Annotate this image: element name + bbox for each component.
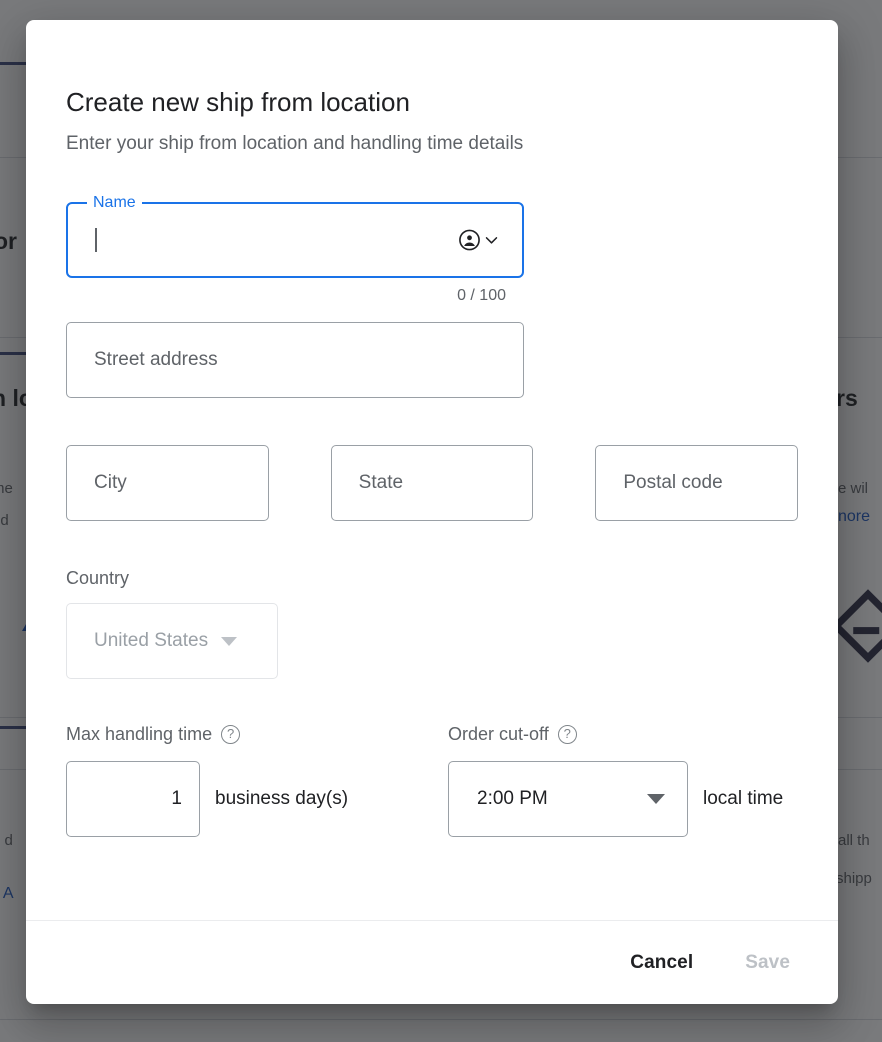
max-handling-time-label: Max handling time xyxy=(66,724,213,744)
max-handling-time-label-row: Max handling time ? xyxy=(66,724,448,745)
max-handling-time-input[interactable]: 1 xyxy=(66,761,200,837)
postal-code-placeholder: Postal code xyxy=(623,472,723,493)
order-cutoff-value: 2:00 PM xyxy=(477,788,548,809)
dialog-subtitle: Enter your ship from location and handli… xyxy=(66,133,524,154)
name-char-counter: 0 / 100 xyxy=(457,287,506,304)
street-field-wrapper: Street address xyxy=(66,322,524,398)
state-placeholder: State xyxy=(358,472,404,493)
city-input[interactable]: City xyxy=(66,445,269,521)
business-days-unit: business day(s) xyxy=(215,788,349,809)
order-cutoff-group: Order cut-off ? 2:00 PM local time xyxy=(448,724,783,837)
help-circle-icon[interactable]: ? xyxy=(557,725,577,744)
local-time-suffix: local time xyxy=(703,788,784,809)
name-field-label: Name xyxy=(87,193,142,213)
dialog-footer: Cancel Save xyxy=(26,920,838,1004)
order-cutoff-control: 2:00 PM local time xyxy=(448,761,783,837)
page-root: orn lorsmeede wile dall thshippnore- A C… xyxy=(0,0,882,1042)
account-circle-icon xyxy=(459,229,480,251)
max-handling-time-control: 1 business day(s) xyxy=(66,761,448,837)
help-circle-icon[interactable]: ? xyxy=(221,725,241,744)
triangle-down-icon xyxy=(647,794,665,804)
city-placeholder: City xyxy=(94,472,127,493)
autofill-account-control[interactable] xyxy=(458,229,500,252)
order-cutoff-label-row: Order cut-off ? xyxy=(448,724,783,745)
country-label: Country xyxy=(66,568,130,588)
order-cutoff-label: Order cut-off xyxy=(448,724,549,744)
max-handling-time-group: Max handling time ? 1 business day(s) xyxy=(66,724,448,837)
save-button: Save xyxy=(737,942,798,984)
dialog-title: Create new ship from location xyxy=(66,87,410,117)
name-field-wrapper: Name 0 / 100 xyxy=(66,193,524,305)
street-address-input[interactable]: Street address xyxy=(66,322,524,398)
order-cutoff-select[interactable]: 2:00 PM xyxy=(448,761,688,837)
handling-cutoff-row: Max handling time ? 1 business day(s) Or… xyxy=(66,724,798,837)
street-address-placeholder: Street address xyxy=(94,349,218,370)
chevron-down-icon xyxy=(485,237,498,244)
name-input[interactable]: Name xyxy=(66,193,524,278)
cancel-button[interactable]: Cancel xyxy=(622,942,701,984)
text-caret xyxy=(95,228,97,252)
dialog-body: Create new ship from location Enter your… xyxy=(26,20,838,920)
country-selected-value: United States xyxy=(94,630,209,651)
country-select[interactable]: United States xyxy=(66,603,278,679)
address-row: City State Postal code xyxy=(66,445,799,521)
state-input[interactable]: State xyxy=(330,445,534,521)
postal-code-input[interactable]: Postal code xyxy=(595,445,799,521)
triangle-down-icon xyxy=(221,636,238,646)
create-ship-from-location-dialog: Create new ship from location Enter your… xyxy=(26,20,838,1004)
